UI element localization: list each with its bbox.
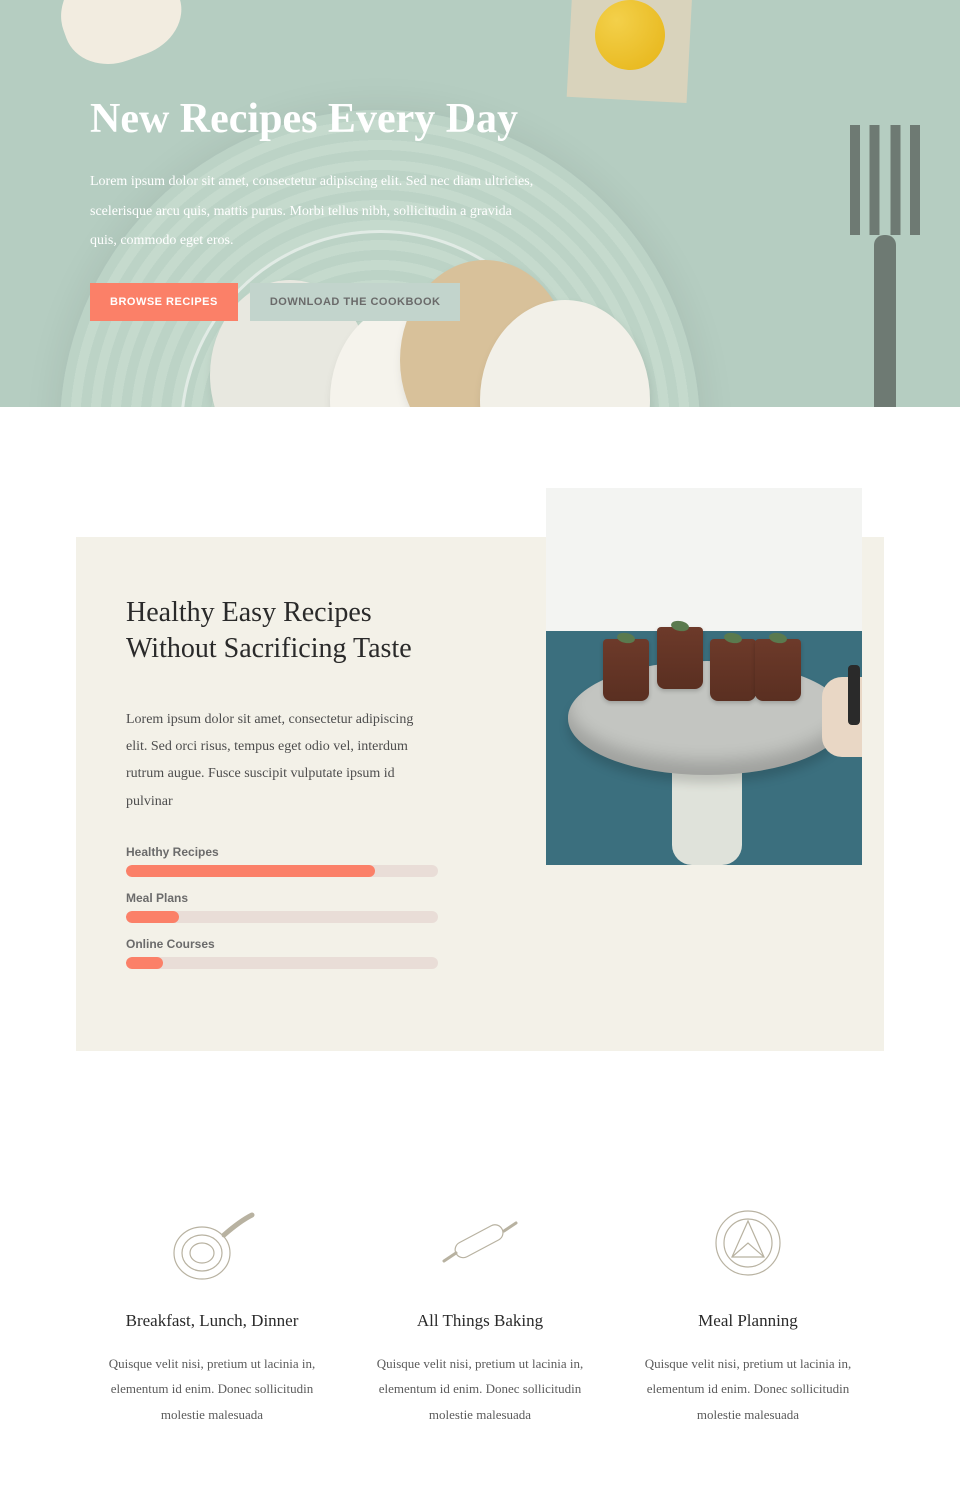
yolk-card-decor <box>567 0 694 103</box>
feature-meal-planning: Meal Planning Quisque velit nisi, pretiu… <box>630 1201 866 1427</box>
bar-track <box>126 865 438 877</box>
side-photo <box>546 488 862 865</box>
progress-bars: Healthy Recipes Meal Plans Online Course… <box>126 845 438 969</box>
bar-healthy-recipes: Healthy Recipes <box>126 845 438 877</box>
download-cookbook-button[interactable]: DOWNLOAD THE COOKBOOK <box>250 283 461 321</box>
browse-recipes-button[interactable]: BROWSE RECIPES <box>90 283 238 321</box>
hero-title: New Recipes Every Day <box>90 95 535 143</box>
feature-desc: Quisque velit nisi, pretium ut lacinia i… <box>630 1351 866 1427</box>
feature-baking: All Things Baking Quisque velit nisi, pr… <box>362 1201 598 1427</box>
bar-label: Healthy Recipes <box>126 845 438 859</box>
bar-track <box>126 957 438 969</box>
bar-track <box>126 911 438 923</box>
panel-body: Lorem ipsum dolor sit amet, consectetur … <box>126 706 438 815</box>
rolling-pin-icon <box>362 1201 598 1285</box>
bar-fill <box>126 957 163 969</box>
bar-label: Meal Plans <box>126 891 438 905</box>
feature-title: Breakfast, Lunch, Dinner <box>94 1311 330 1331</box>
bar-fill <box>126 911 179 923</box>
feature-desc: Quisque velit nisi, pretium ut lacinia i… <box>362 1351 598 1427</box>
bar-meal-plans: Meal Plans <box>126 891 438 923</box>
pan-icon <box>94 1201 330 1285</box>
bar-label: Online Courses <box>126 937 438 951</box>
feature-title: All Things Baking <box>362 1311 598 1331</box>
hero-description: Lorem ipsum dolor sit amet, consectetur … <box>90 167 535 255</box>
healthy-recipes-panel: Healthy Easy Recipes Without Sacrificing… <box>76 537 884 1051</box>
bar-online-courses: Online Courses <box>126 937 438 969</box>
bar-fill <box>126 865 375 877</box>
hero-section: New Recipes Every Day Lorem ipsum dolor … <box>0 0 960 407</box>
feature-breakfast: Breakfast, Lunch, Dinner Quisque velit n… <box>94 1201 330 1427</box>
feature-desc: Quisque velit nisi, pretium ut lacinia i… <box>94 1351 330 1427</box>
panel-heading: Healthy Easy Recipes Without Sacrificing… <box>126 595 438 668</box>
features-section: Breakfast, Lunch, Dinner Quisque velit n… <box>0 1051 960 1487</box>
feature-title: Meal Planning <box>630 1311 866 1331</box>
fork-decor <box>850 125 920 407</box>
healthy-recipes-section: Healthy Easy Recipes Without Sacrificing… <box>0 407 960 1051</box>
plate-napkin-icon <box>630 1201 866 1285</box>
